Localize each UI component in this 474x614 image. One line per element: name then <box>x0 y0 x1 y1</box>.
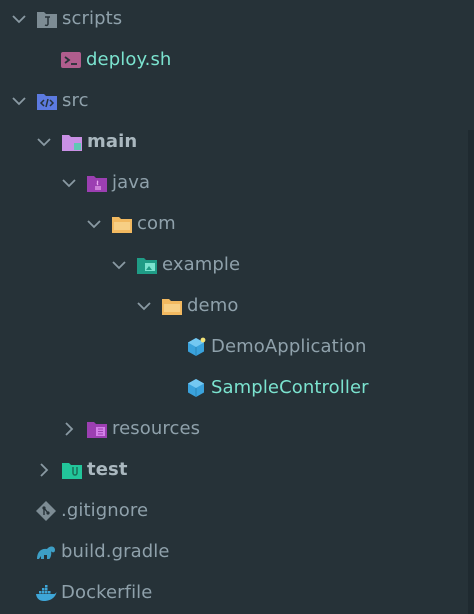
tree-item-resources[interactable]: resources <box>0 408 466 449</box>
test-folder-icon <box>61 459 83 481</box>
chevron-down-icon[interactable] <box>10 10 28 28</box>
java-class-icon <box>185 377 207 399</box>
tree-item-demo-application[interactable]: DemoApplication <box>0 326 466 367</box>
tree-item-label: java <box>112 172 151 193</box>
git-icon <box>35 500 57 522</box>
example-folder-icon <box>136 254 158 276</box>
terminal-icon <box>60 49 82 71</box>
chevron-right-icon[interactable] <box>35 461 53 479</box>
chevron-down-icon[interactable] <box>35 133 53 151</box>
tree-item-label: main <box>87 131 138 152</box>
tree-item-label: test <box>87 459 128 480</box>
tree-item-label: demo <box>187 295 239 316</box>
chevron-down-icon[interactable] <box>85 215 103 233</box>
chevron-down-icon[interactable] <box>110 256 128 274</box>
tree-item-main[interactable]: main <box>0 121 466 162</box>
tree-item-java[interactable]: java <box>0 162 466 203</box>
chevron-down-icon[interactable] <box>135 297 153 315</box>
java-folder-icon <box>86 172 108 194</box>
tree-item-sample-controller[interactable]: SampleController <box>0 367 466 408</box>
chevron-down-icon[interactable] <box>60 174 78 192</box>
tree-item-label: SampleController <box>211 377 369 398</box>
tree-item-label: src <box>62 90 89 111</box>
tree-item-label: .gitignore <box>61 500 149 521</box>
gradle-icon <box>35 541 57 563</box>
project-file-tree: scripts deploy.sh src main java com exam… <box>0 0 474 614</box>
tree-item-label: DemoApplication <box>211 336 367 357</box>
tree-item-label: scripts <box>62 8 123 29</box>
tree-item-com[interactable]: com <box>0 203 466 244</box>
tree-item-test[interactable]: test <box>0 449 466 490</box>
vertical-scrollbar[interactable] <box>468 130 474 614</box>
tree-item-label: example <box>162 254 241 275</box>
tree-item-example[interactable]: example <box>0 244 466 285</box>
tree-item-src[interactable]: src <box>0 80 466 121</box>
source-folder-icon <box>36 90 58 112</box>
resources-folder-icon <box>86 418 108 440</box>
tree-item-deploy-sh[interactable]: deploy.sh <box>0 39 466 80</box>
tree-item-label: deploy.sh <box>86 49 172 70</box>
tree-item-label: build.gradle <box>61 541 170 562</box>
chevron-down-icon[interactable] <box>10 92 28 110</box>
chevron-right-icon[interactable] <box>60 420 78 438</box>
folder-icon <box>111 213 133 235</box>
scripts-folder-icon <box>36 8 58 30</box>
main-folder-icon <box>61 131 83 153</box>
tree-item-demo[interactable]: demo <box>0 285 466 326</box>
tree-item-build-gradle[interactable]: build.gradle <box>0 531 466 572</box>
java-class-icon <box>185 336 207 358</box>
tree-item-dockerfile[interactable]: Dockerfile <box>0 572 466 613</box>
docker-icon <box>35 582 57 604</box>
tree-item-label: com <box>137 213 176 234</box>
tree-item-gitignore[interactable]: .gitignore <box>0 490 466 531</box>
tree-item-label: Dockerfile <box>61 582 153 603</box>
tree-item-label: resources <box>112 418 201 439</box>
folder-icon <box>161 295 183 317</box>
tree-item-scripts[interactable]: scripts <box>0 0 466 39</box>
